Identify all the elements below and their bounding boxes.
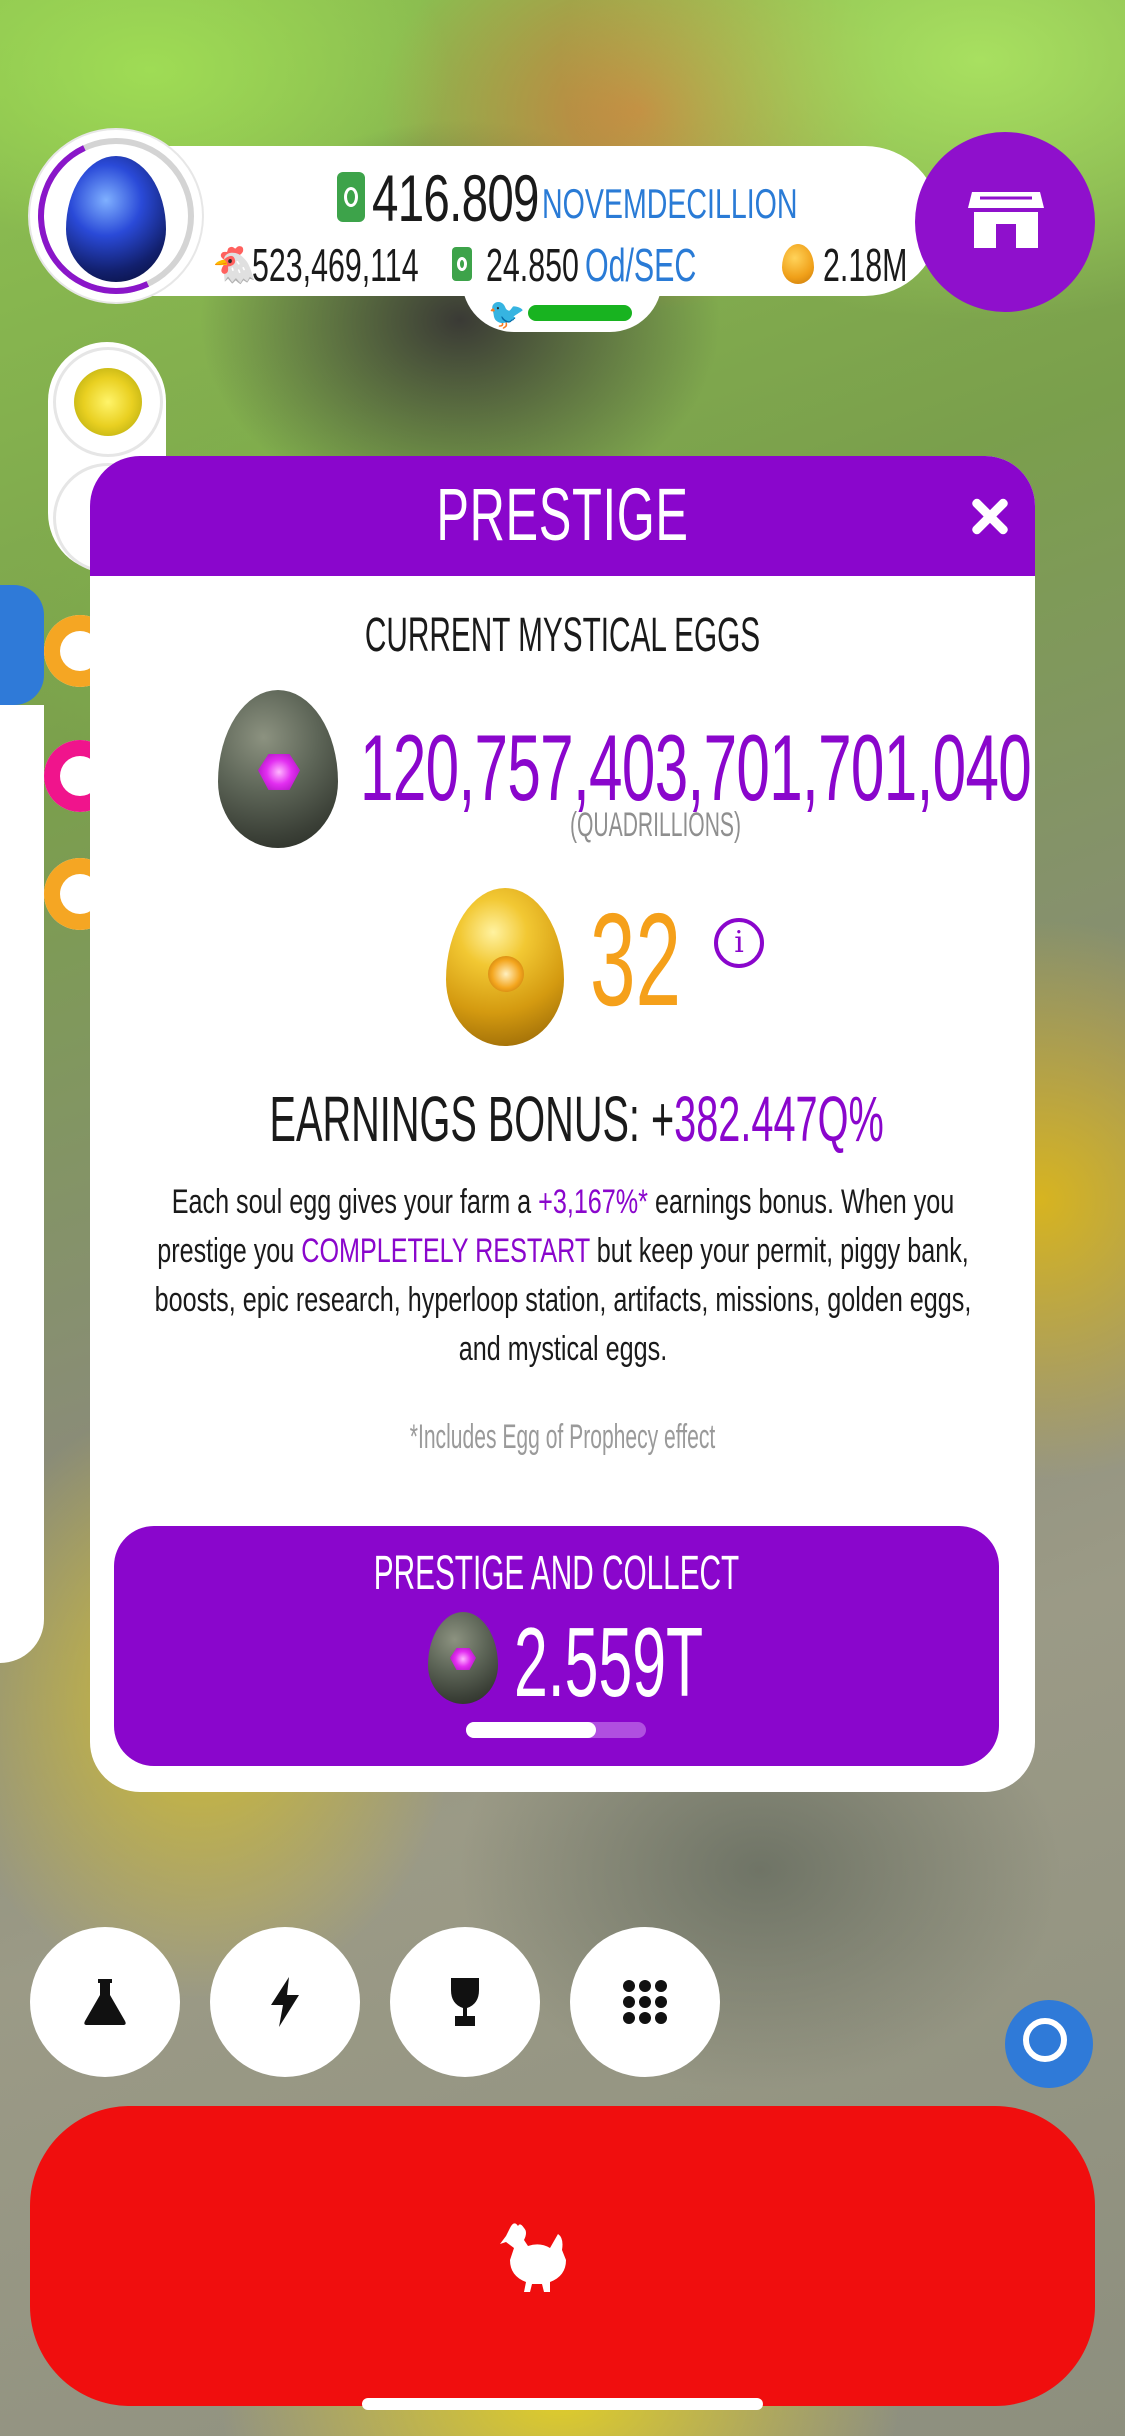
close-button[interactable] [952,478,1028,554]
mystical-eggs-label: CURRENT MYSTICAL EGGS [364,609,761,662]
info-icon[interactable]: i [714,918,764,968]
hud-progress-bar [528,305,632,321]
dialog-title: PRESTIGE [436,473,689,556]
chicken-count: 523,469,114 [252,239,419,291]
prestige-and-collect-button[interactable]: PRESTIGE AND COLLECT 2.559T [114,1526,999,1766]
earnings-bonus-value: 382.447Q% [674,1083,884,1155]
prophecy-egg-core [488,956,524,992]
money-icon [337,172,365,222]
prophecy-egg-count: 32 [590,886,682,1033]
collect-progress-track [466,1722,646,1738]
grid-icon [623,1980,667,2024]
earning-rate-icon [452,247,472,281]
earnings-bonus: EARNINGS BONUS: +382.447Q% [269,1082,884,1156]
event-egg-icon [74,368,142,436]
menu-button[interactable] [570,1927,720,2077]
bird-icon: 🐦 [488,297,526,332]
trophy-icon [451,1978,479,2026]
side-drawer-tab[interactable] [0,585,44,705]
prestige-dialog: PRESTIGE CURRENT MYSTICAL EGGS 120,757,4… [90,456,1035,1792]
golden-egg-icon [782,244,814,284]
collect-button-label: PRESTIGE AND COLLECT [373,1547,740,1600]
collect-progress-fill [466,1722,596,1738]
mystical-eggs-unit: (QUADRILLIONS) [570,806,742,844]
boosts-button[interactable] [210,1927,360,2077]
flask-icon [84,1979,126,2025]
assistive-touch-button[interactable] [1005,2000,1093,2088]
desc-part-1: Each soul egg gives your farm a [171,1183,539,1221]
earning-rate-value: 24.850 [486,239,579,291]
restart-highlight: COMPLETELY RESTART [301,1232,590,1270]
trophy-button[interactable] [390,1927,540,2077]
home-indicator[interactable] [362,2398,763,2410]
money-value: 416.809 [372,161,539,235]
soul-egg-bonus: +3,167%* [538,1183,648,1221]
footnote: *Includes Egg of Prophecy effect [409,1418,716,1456]
chicken-icon-large [500,2223,566,2292]
prestige-description: Each soul egg gives your farm a +3,167%*… [130,1178,995,1374]
golden-egg-count: 2.18M [823,239,908,291]
lightning-icon [271,1977,299,2027]
earning-rate-unit: Od/SEC [585,239,697,291]
earnings-bonus-label: EARNINGS BONUS: + [269,1083,675,1155]
side-drawer [0,705,44,1663]
shop-icon [968,192,1044,248]
chicken-icon: 🐔 [212,245,257,286]
money-unit: NOVEMDECILLION [542,180,798,227]
collect-value: 2.559T [514,1607,704,1717]
research-button[interactable] [30,1927,180,2077]
